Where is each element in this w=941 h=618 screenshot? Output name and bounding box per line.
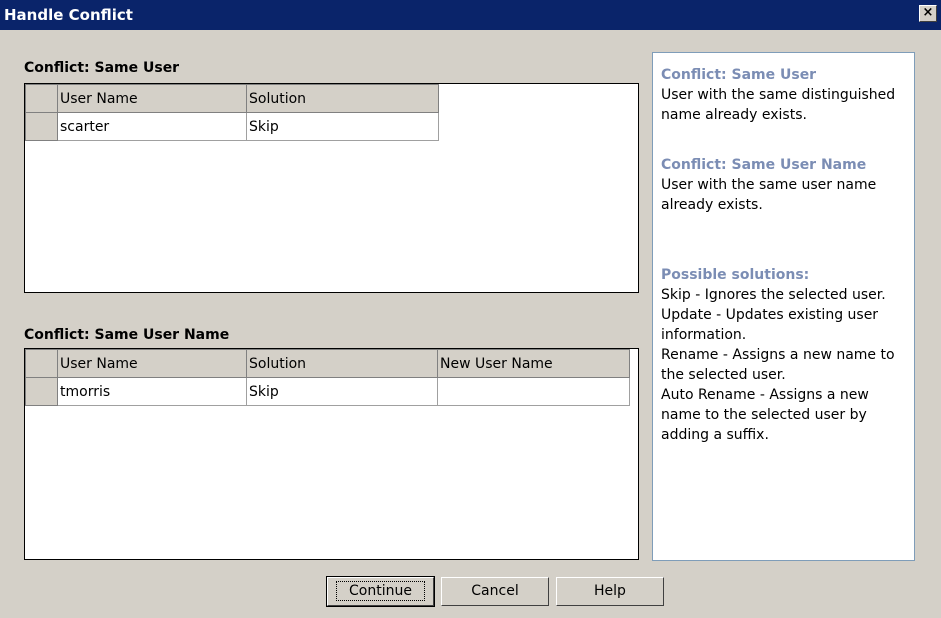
row-selector[interactable]	[25, 377, 58, 406]
column-header-solution[interactable]: Solution	[246, 84, 439, 113]
title-bar: Handle Conflict ×	[0, 0, 941, 30]
cell-solution[interactable]: Skip	[246, 112, 439, 141]
help-text-same-user: User with the same distinguished name al…	[661, 87, 896, 123]
same-user-name-grid: User Name Solution New User Name tmorris…	[25, 349, 630, 406]
table-row[interactable]: tmorris Skip	[25, 377, 630, 406]
cell-user-name[interactable]: scarter	[57, 112, 247, 141]
help-solution-skip: Skip - Ignores the selected user.	[661, 287, 886, 303]
table-header-row: User Name Solution New User Name	[25, 349, 630, 378]
table-header-row: User Name Solution	[25, 84, 439, 113]
continue-button-label: Continue	[336, 581, 425, 601]
same-user-name-table: User Name Solution New User Name tmorris…	[24, 348, 639, 560]
help-solution-rename: Rename - Assigns a new name to the selec…	[661, 347, 895, 383]
same-user-section-label: Conflict: Same User	[24, 60, 180, 76]
column-header-user-name[interactable]: User Name	[57, 349, 247, 378]
row-header-corner	[25, 349, 58, 378]
help-button-label: Help	[594, 583, 626, 599]
cell-solution[interactable]: Skip	[246, 377, 438, 406]
cancel-button[interactable]: Cancel	[441, 577, 549, 606]
column-header-new-user-name[interactable]: New User Name	[437, 349, 630, 378]
help-heading-same-user-name: Conflict: Same User Name	[661, 157, 867, 173]
same-user-grid: User Name Solution scarter Skip	[25, 84, 439, 141]
row-header-corner	[25, 84, 58, 113]
row-selector[interactable]	[25, 112, 58, 141]
cell-user-name[interactable]: tmorris	[57, 377, 247, 406]
column-header-user-name[interactable]: User Name	[57, 84, 247, 113]
help-solution-auto-rename: Auto Rename - Assigns a new name to the …	[661, 387, 869, 443]
continue-button[interactable]: Continue	[326, 576, 435, 607]
help-heading-solutions: Possible solutions:	[661, 267, 810, 283]
dialog-body: Conflict: Same User User Name Solution s…	[0, 30, 941, 618]
window-title: Handle Conflict	[4, 6, 133, 24]
help-panel: Conflict: Same User User with the same d…	[652, 52, 915, 561]
cell-new-user-name[interactable]	[437, 377, 630, 406]
cancel-button-label: Cancel	[471, 583, 519, 599]
close-icon[interactable]: ×	[919, 5, 937, 22]
help-heading-same-user: Conflict: Same User	[661, 67, 817, 83]
column-header-solution[interactable]: Solution	[246, 349, 438, 378]
same-user-name-section-label: Conflict: Same User Name	[24, 327, 230, 343]
table-row[interactable]: scarter Skip	[25, 112, 439, 141]
help-text-same-user-name: User with the same user name already exi…	[661, 177, 877, 213]
help-solution-update: Update - Updates existing user informati…	[661, 307, 879, 343]
same-user-table: User Name Solution scarter Skip	[24, 83, 639, 293]
help-button[interactable]: Help	[556, 577, 664, 606]
